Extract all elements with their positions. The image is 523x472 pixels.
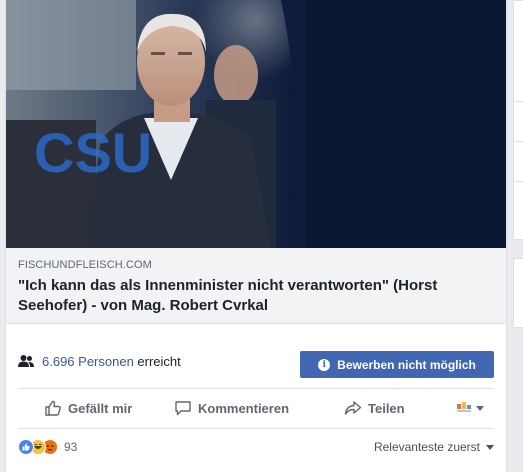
photo-illustration: CSU — [6, 0, 506, 248]
sort-label: Relevanteste zuerst — [373, 440, 480, 454]
insights-row: 6.696 Personen erreicht i Bewerben nicht… — [6, 340, 506, 386]
reactions-count: 93 — [64, 440, 78, 454]
share-button[interactable]: Teilen — [344, 389, 405, 427]
like-reaction-icon — [18, 439, 34, 455]
share-label: Teilen — [368, 400, 405, 416]
link-preview-meta[interactable]: FISCHUNDFLEISCH.COM "Ich kann das als In… — [6, 248, 506, 324]
link-preview-image[interactable]: CSU — [6, 0, 506, 248]
comment-icon — [175, 401, 191, 416]
reach-suffix: erreicht — [137, 354, 181, 369]
comment-label: Kommentieren — [198, 400, 290, 416]
like-label: Gefällt mir — [68, 400, 133, 416]
right-sidebar-panel-2 — [513, 258, 523, 328]
page: CSU FISCHUNDFLEISCH.COM "Ich kann das al… — [0, 0, 523, 472]
link-headline[interactable]: "Ich kann das als Innenminister nicht ve… — [18, 276, 494, 316]
boost-post-button[interactable]: i Bewerben nicht möglich — [300, 351, 494, 378]
share-arrow-icon — [344, 401, 362, 415]
link-domain: FISCHUNDFLEISCH.COM — [18, 259, 152, 271]
reactions-summary[interactable]: 93 — [18, 439, 77, 455]
chevron-down-icon — [486, 444, 494, 450]
comment-sort-dropdown[interactable]: Relevanteste zuerst — [374, 440, 494, 454]
svg-text:CSU: CSU — [34, 121, 152, 184]
info-icon: i — [318, 358, 331, 371]
reach-text: 6.696 Personen erreicht — [42, 354, 181, 370]
right-sidebar-panel — [513, 0, 523, 240]
people-icon — [18, 355, 34, 367]
comment-button[interactable]: Kommentieren — [174, 389, 289, 427]
post-card: CSU FISCHUNDFLEISCH.COM "Ich kann das al… — [5, 0, 507, 472]
page-avatar-icon — [457, 402, 471, 412]
csu-logo-blur: CSU — [34, 121, 152, 184]
chevron-down-icon — [476, 405, 484, 411]
action-bar: Gefällt mir Kommentieren Teilen — [6, 389, 506, 427]
thumbs-up-icon — [45, 400, 61, 416]
divider — [18, 428, 494, 429]
boost-button-label: Bewerben nicht möglich — [337, 357, 476, 372]
audience-selector[interactable] — [456, 389, 484, 427]
reactions-row: 93 Relevanteste zuerst — [6, 430, 506, 468]
reach-count-link[interactable]: 6.696 Personen — [42, 354, 134, 369]
like-button[interactable]: Gefällt mir — [44, 389, 132, 427]
